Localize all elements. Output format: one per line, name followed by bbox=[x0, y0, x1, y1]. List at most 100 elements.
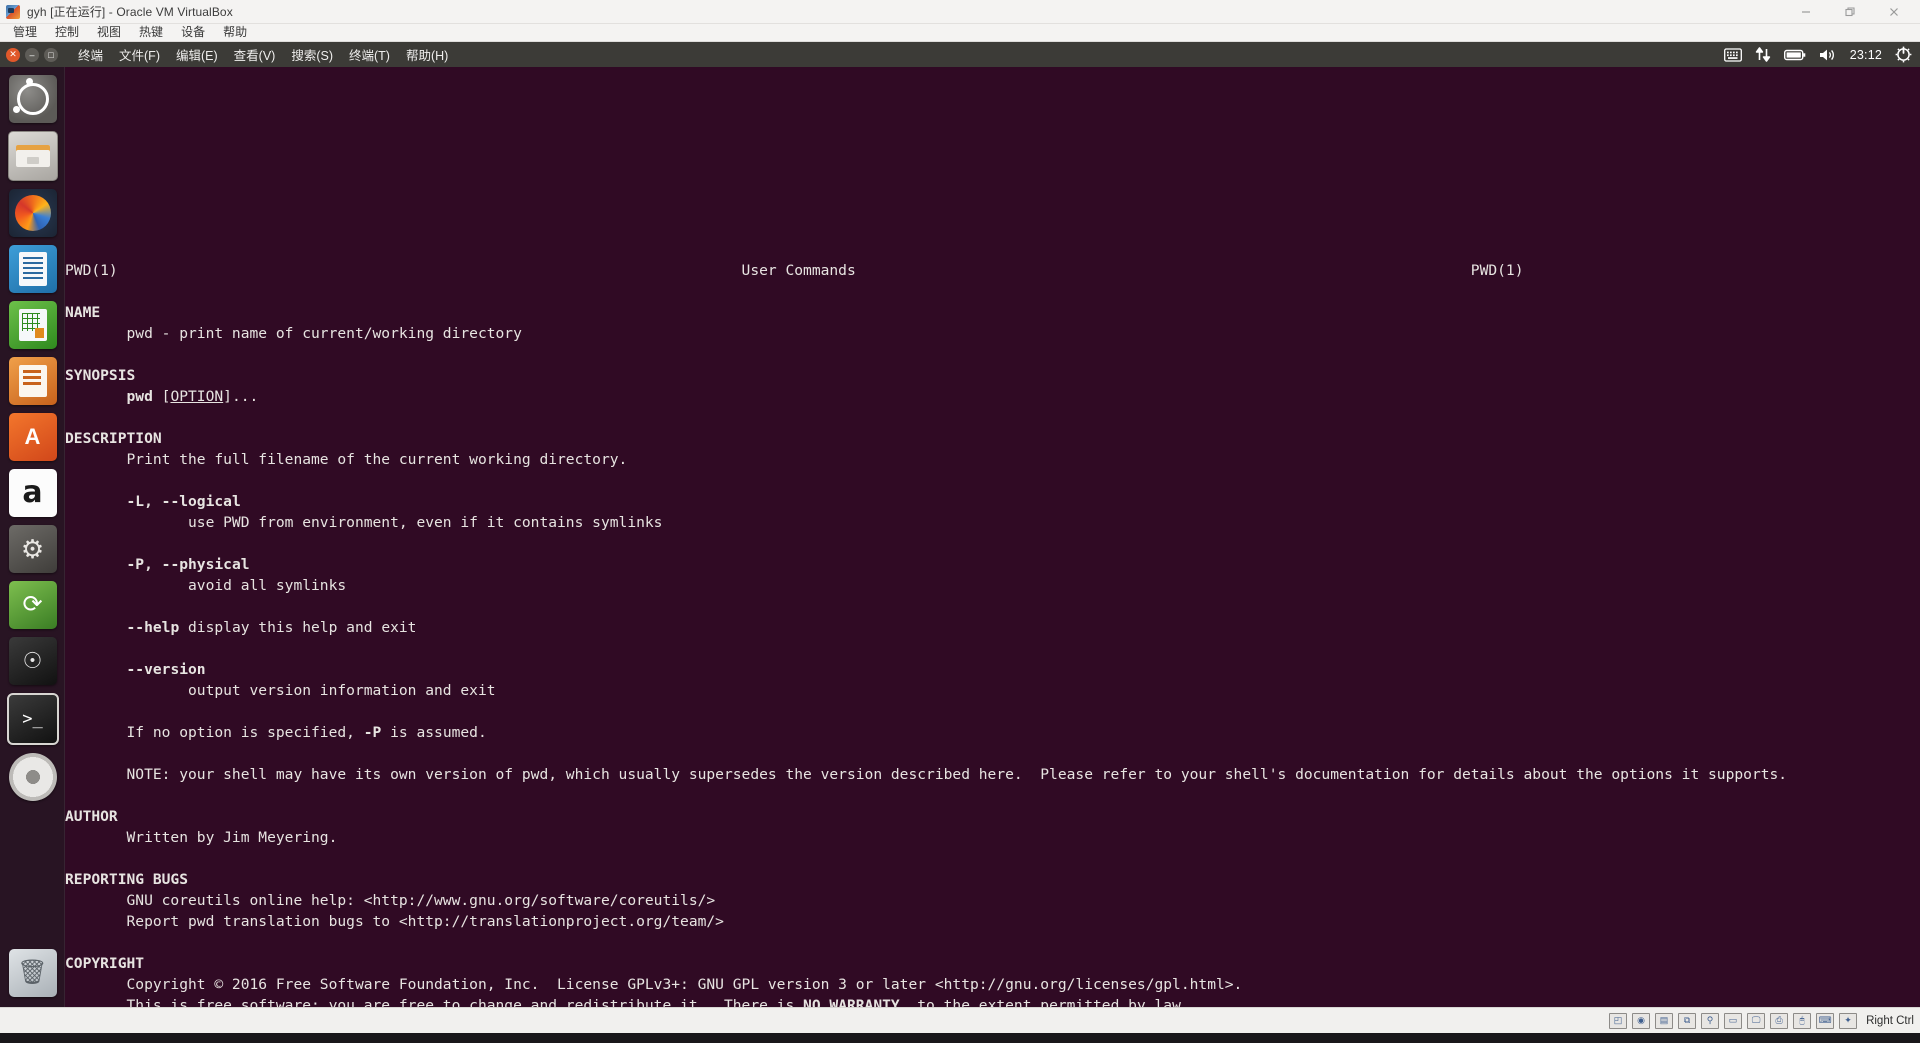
man-line: This is free software: you are free to c… bbox=[65, 997, 1190, 1007]
vbox-menu-input[interactable]: 热键 bbox=[130, 24, 172, 41]
man-line: -P, --physical bbox=[126, 556, 250, 573]
man-line: Report pwd translation bugs to <http://t… bbox=[65, 913, 724, 930]
man-line: NOTE: your shell may have its own versio… bbox=[65, 766, 1788, 783]
software-bag-icon: A bbox=[24, 424, 41, 449]
man-line bbox=[65, 344, 1920, 365]
man-line: pwd - print name of current/working dire… bbox=[65, 325, 522, 342]
floppy-icon[interactable]: ▤ bbox=[1655, 1012, 1674, 1029]
man-line: use PWD from environment, even if it con… bbox=[65, 514, 663, 531]
guest-screen: ✕ – □ 终端 文件(F) 编辑(E) 查看(V) 搜索(S) 终端(T) 帮… bbox=[0, 42, 1920, 1007]
man-line bbox=[65, 470, 1920, 491]
minimize-button[interactable] bbox=[1784, 0, 1828, 23]
network-icon[interactable] bbox=[1755, 42, 1771, 67]
menu-terminal[interactable]: 终端(T) bbox=[341, 45, 398, 64]
launcher-item-trash[interactable]: 🗑 bbox=[8, 949, 57, 997]
launcher-item-libreoffice-impress[interactable] bbox=[8, 357, 57, 405]
amazon-icon: a bbox=[22, 475, 43, 510]
trash-icon: 🗑 bbox=[17, 959, 48, 986]
launcher-item-libreoffice-calc[interactable] bbox=[8, 301, 57, 349]
man-line: Copyright © 2016 Free Software Foundatio… bbox=[65, 976, 1243, 993]
guest-minimize-button[interactable]: – bbox=[25, 47, 39, 62]
keyboard-icon[interactable]: ⌨ bbox=[1816, 1012, 1835, 1029]
shared-folder-icon[interactable]: ▭ bbox=[1724, 1012, 1743, 1029]
man-line bbox=[65, 932, 1920, 953]
man-line: COPYRIGHT bbox=[65, 955, 145, 972]
firefox-icon bbox=[14, 195, 51, 231]
man-line: Written by Jim Meyering. bbox=[65, 829, 338, 846]
calc-icon bbox=[18, 309, 47, 341]
guest-close-button[interactable]: ✕ bbox=[6, 47, 20, 62]
virtualbox-menubar: 管理 控制 视图 热键 设备 帮助 bbox=[0, 24, 1920, 42]
man-line: NAME bbox=[65, 304, 101, 321]
capture-icon[interactable]: ⎙ bbox=[1770, 1012, 1789, 1029]
man-line: If no option is specified, -P is assumed… bbox=[65, 724, 487, 741]
window-title: gyh [正在运行] - Oracle VM VirtualBox bbox=[27, 5, 233, 19]
vbox-menu-manage[interactable]: 管理 bbox=[4, 24, 46, 41]
virtualbox-statusbar: ◰ ◉ ▤ ⧉ ⚲ ▭ 🖵 ⎙ 🖰 ⌨ ✦ Right Ctrl bbox=[0, 1007, 1920, 1033]
unity-top-panel: ✕ – □ 终端 文件(F) 编辑(E) 查看(V) 搜索(S) 终端(T) 帮… bbox=[0, 42, 1920, 67]
usb-icon[interactable]: ⚲ bbox=[1701, 1012, 1720, 1029]
settings-icon[interactable]: ✦ bbox=[1839, 1012, 1858, 1029]
man-line bbox=[65, 743, 1920, 764]
terminal-window[interactable]: PWD(1) User Commands PWD(1) NAME pwd - p… bbox=[65, 67, 1920, 1007]
man-line bbox=[65, 701, 1920, 722]
menu-search[interactable]: 搜索(S) bbox=[283, 45, 341, 64]
hard-disk-icon[interactable]: ◰ bbox=[1609, 1012, 1628, 1029]
guest-window-controls: ✕ – □ bbox=[6, 47, 58, 62]
clock-label[interactable]: 23:12 bbox=[1850, 48, 1882, 62]
vbox-menu-view[interactable]: 视图 bbox=[88, 24, 130, 41]
mouse-icon[interactable]: 🖰 bbox=[1793, 1012, 1812, 1029]
launcher-item-firefox[interactable] bbox=[8, 189, 57, 237]
virtualbox-app-icon bbox=[6, 4, 20, 19]
launcher-item-disc[interactable] bbox=[8, 753, 57, 801]
display-icon[interactable]: 🖵 bbox=[1747, 1012, 1766, 1029]
menu-edit[interactable]: 编辑(E) bbox=[168, 45, 226, 64]
guest-maximize-button[interactable]: □ bbox=[44, 47, 58, 62]
gear-wrench-icon: ⚙ bbox=[20, 534, 45, 564]
vbox-menu-machine[interactable]: 控制 bbox=[46, 24, 88, 41]
volume-icon[interactable] bbox=[1819, 42, 1837, 67]
restore-button[interactable] bbox=[1828, 0, 1872, 23]
menu-help[interactable]: 帮助(H) bbox=[398, 45, 456, 64]
launcher-item-ubuntu-dash[interactable] bbox=[8, 75, 57, 123]
man-line: Print the full filename of the current w… bbox=[65, 451, 628, 468]
man-line: pwd [OPTION]... bbox=[126, 388, 259, 405]
network-icon[interactable]: ⧉ bbox=[1678, 1012, 1697, 1029]
window-controls bbox=[1784, 0, 1916, 23]
menu-view[interactable]: 查看(V) bbox=[226, 45, 284, 64]
terminal-menubar: 终端 文件(F) 编辑(E) 查看(V) 搜索(S) 终端(T) 帮助(H) bbox=[70, 45, 456, 64]
virtualbox-titlebar: gyh [正在运行] - Oracle VM VirtualBox bbox=[0, 0, 1920, 24]
power-gear-icon[interactable] bbox=[1895, 42, 1912, 67]
close-button[interactable] bbox=[1872, 0, 1916, 23]
vbox-menu-help[interactable]: 帮助 bbox=[214, 24, 256, 41]
battery-icon[interactable] bbox=[1783, 42, 1806, 67]
man-line: REPORTING BUGS bbox=[65, 871, 189, 888]
update-arrows-icon: ⟳ bbox=[22, 591, 43, 618]
unity-launcher: A a ⚙ ⟳ ☉ >_ 🗑 bbox=[0, 67, 65, 1007]
terminal-prompt-icon: >_ bbox=[22, 708, 43, 729]
man-page-content: PWD(1) User Commands PWD(1) NAME pwd - p… bbox=[65, 67, 1920, 1007]
launcher-item-software-updater[interactable]: ⟳ bbox=[8, 581, 57, 629]
menu-file[interactable]: 文件(F) bbox=[111, 45, 168, 64]
man-line: AUTHOR bbox=[65, 808, 118, 825]
man-line: PWD(1) User Commands PWD(1) bbox=[65, 262, 1524, 279]
keyboard-icon[interactable] bbox=[1723, 42, 1742, 67]
launcher-item-files[interactable] bbox=[7, 131, 58, 181]
launcher-item-amazon[interactable]: a bbox=[8, 469, 57, 517]
launcher-item-libreoffice-writer[interactable] bbox=[8, 245, 57, 293]
launcher-item-terminal[interactable]: >_ bbox=[6, 693, 59, 745]
man-line bbox=[65, 407, 1920, 428]
ubuntu-logo-icon bbox=[12, 78, 49, 115]
bottom-strip bbox=[0, 1033, 1920, 1043]
launcher-item-ubuntu-software[interactable]: A bbox=[8, 413, 57, 461]
man-line bbox=[65, 638, 1920, 659]
man-line: DESCRIPTION bbox=[65, 430, 162, 447]
vbox-menu-devices[interactable]: 设备 bbox=[172, 24, 214, 41]
launcher-item-system-settings[interactable]: ⚙ bbox=[8, 525, 57, 573]
man-line bbox=[65, 533, 1920, 554]
launcher-item-help[interactable]: ☉ bbox=[8, 637, 57, 685]
app-name-label: 终端 bbox=[78, 49, 104, 63]
man-line bbox=[65, 785, 1920, 806]
help-lifebuoy-icon: ☉ bbox=[22, 648, 43, 673]
optical-disk-icon[interactable]: ◉ bbox=[1632, 1012, 1651, 1029]
